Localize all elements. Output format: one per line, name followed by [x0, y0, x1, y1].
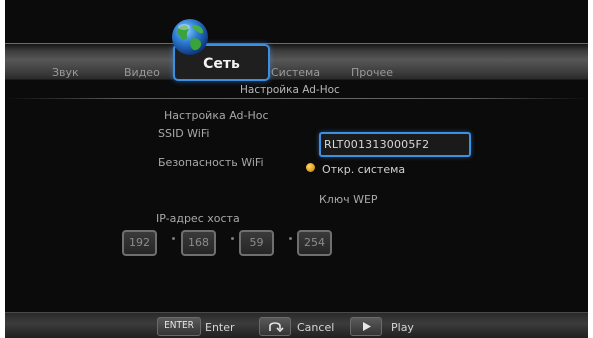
- enter-hint: Enter: [205, 321, 235, 334]
- ip-separator: [289, 237, 292, 240]
- ip-octet-2-value: 168: [188, 236, 209, 249]
- play-hint: Play: [391, 321, 414, 334]
- ssid-value: RLT0013130005F2: [324, 138, 430, 151]
- section-label: Настройка Ad-Hoc: [164, 109, 269, 122]
- page-subtitle-bar: Настройка Ad-Hoc: [5, 82, 588, 98]
- radio-selected-icon[interactable]: [306, 163, 315, 172]
- ssid-label: SSID WiFi: [158, 127, 210, 140]
- globe-icon: [172, 19, 208, 55]
- ip-octet-1-value: 192: [129, 236, 150, 249]
- enter-key-label: ENTER: [164, 320, 194, 331]
- play-triangle-icon: [350, 317, 382, 336]
- tab-sound[interactable]: Звук: [52, 66, 79, 79]
- ip-separator: [172, 237, 175, 240]
- tab-other[interactable]: Прочее: [351, 66, 393, 79]
- host-ip-label: IP-адрес хоста: [156, 212, 240, 225]
- ip-octet-4-value: 254: [304, 236, 325, 249]
- security-label: Безопасность WiFi: [158, 156, 264, 169]
- security-option[interactable]: Откр. система: [322, 163, 405, 176]
- wep-key-label[interactable]: Ключ WEP: [319, 193, 378, 206]
- cancel-hint: Cancel: [297, 321, 335, 334]
- tab-system[interactable]: Система: [271, 66, 320, 79]
- ssid-input[interactable]: RLT0013130005F2: [319, 132, 471, 157]
- settings-screen: Звук Видео Сеть Система Прочее Настройка…: [5, 0, 588, 338]
- ip-octet-4[interactable]: 254: [297, 230, 332, 256]
- ip-octet-3-value: 59: [249, 236, 264, 249]
- ip-separator: [231, 237, 234, 240]
- tab-video[interactable]: Видео: [124, 66, 160, 79]
- ip-octet-3[interactable]: 59: [239, 230, 274, 256]
- ip-octet-2[interactable]: 168: [181, 230, 216, 256]
- page-subtitle: Настройка Ad-Hoc: [240, 84, 340, 96]
- enter-key-icon: ENTER: [157, 317, 201, 336]
- return-arrow-icon: [259, 317, 291, 336]
- divider: [5, 98, 588, 99]
- ip-octet-1[interactable]: 192: [122, 230, 157, 256]
- tab-network-label: Сеть: [203, 56, 240, 72]
- footer-hints: ENTER Enter Cancel Play: [5, 312, 588, 338]
